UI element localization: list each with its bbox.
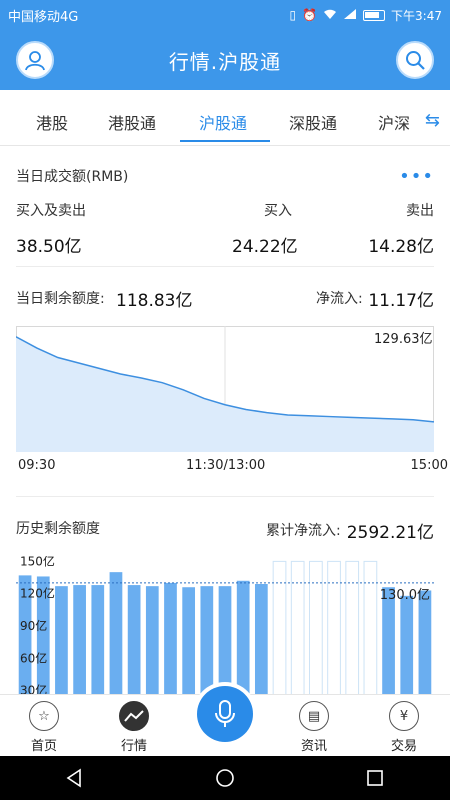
bar: [382, 587, 395, 694]
y-tick-label: 150亿: [20, 556, 55, 568]
signal-icon: [343, 8, 357, 23]
market-tabs: 港股 港股通 沪股通 深股通 沪深 ⇆: [0, 90, 450, 146]
buy-value: 24.22亿: [232, 237, 298, 257]
empty-bar: [327, 560, 341, 694]
back-icon[interactable]: [65, 768, 85, 788]
star-icon: ☆: [29, 701, 59, 731]
sell-value: 14.28亿: [368, 237, 434, 257]
y-tick-label: 60亿: [20, 650, 47, 665]
bar: [400, 595, 414, 694]
home-circle-icon[interactable]: [215, 768, 235, 788]
tab-hk-stocks[interactable]: 港股: [36, 110, 68, 134]
system-nav-bar: [0, 756, 450, 800]
divider: [16, 266, 434, 267]
y-tick-label: 30亿: [20, 683, 47, 694]
buy-label: 买入: [264, 203, 292, 219]
clock-label: 下午3:47: [391, 8, 442, 23]
remaining-quota-value: 118.83亿: [116, 291, 193, 311]
empty-bar: [290, 560, 305, 694]
bar: [164, 582, 177, 694]
x-label-close: 15:00: [410, 458, 448, 473]
profile-button[interactable]: [16, 41, 54, 79]
y-tick-label: 90亿: [20, 618, 47, 633]
more-options-icon[interactable]: •••: [399, 166, 434, 187]
news-icon: ▤: [299, 701, 329, 731]
bar: [73, 585, 86, 694]
y-tick-label: 120亿: [20, 586, 55, 601]
search-icon: [406, 51, 425, 70]
total-label: 买入及卖出: [16, 203, 86, 219]
nav-news[interactable]: ▤ 资讯: [284, 701, 344, 754]
turnover-title: 当日成交额(RMB): [16, 169, 129, 185]
cumulative-inflow-label: 累计净流入:: [266, 523, 341, 539]
chart-max-label: 129.63亿: [374, 332, 433, 347]
app-header: 行情.沪股通: [0, 30, 450, 90]
bar: [218, 586, 232, 694]
tab-shanghai-connect[interactable]: 沪股通: [199, 110, 247, 134]
nav-trade[interactable]: ¥ 交易: [374, 701, 434, 754]
microphone-icon: [215, 700, 235, 727]
tab-southbound[interactable]: 港股通: [108, 110, 156, 134]
tab-hushen[interactable]: 沪深: [378, 110, 410, 134]
nav-home[interactable]: ☆ 首页: [14, 701, 74, 754]
intraday-quota-chart: [16, 326, 434, 452]
status-bar: 中国移动4G ▯ ⏰ 下午3:47: [0, 0, 450, 30]
bar: [418, 590, 432, 694]
active-tab-indicator: [180, 140, 270, 142]
bar: [200, 586, 214, 694]
user-icon: [25, 51, 45, 71]
nav-market-label: 行情: [120, 739, 147, 754]
bar: [55, 586, 68, 694]
bar: [145, 586, 159, 694]
search-button[interactable]: [396, 41, 434, 79]
swap-icon[interactable]: ⇆: [425, 110, 440, 131]
net-inflow-label: 净流入:: [316, 291, 363, 307]
vibrate-icon: ▯: [289, 8, 297, 22]
empty-bar: [363, 560, 378, 694]
sell-label: 卖出: [406, 203, 434, 219]
bar: [182, 587, 196, 694]
remaining-quota-label: 当日剩余额度:: [16, 291, 105, 307]
total-value: 38.50亿: [16, 237, 82, 257]
page-title: 行情.沪股通: [168, 49, 282, 74]
carrier-label: 中国移动4G: [8, 9, 79, 25]
x-label-open: 09:30: [18, 458, 56, 473]
bar: [109, 572, 123, 694]
wifi-icon: [323, 8, 337, 23]
trend-icon: [119, 701, 149, 731]
alarm-icon: ⏰: [302, 8, 318, 22]
content-area: 当日成交额(RMB) ••• 买入及卖出 买入 卖出 38.50亿 24.22亿…: [0, 146, 450, 694]
tab-shenzhen-connect[interactable]: 深股通: [289, 110, 337, 134]
battery-icon: [363, 9, 386, 21]
nav-trade-label: 交易: [390, 739, 417, 754]
divider: [16, 496, 434, 497]
empty-bar: [272, 560, 287, 694]
bar: [254, 584, 268, 694]
nav-news-label: 资讯: [300, 739, 327, 754]
recents-icon[interactable]: [365, 768, 385, 788]
net-inflow-value: 11.17亿: [368, 291, 434, 311]
nav-market[interactable]: 行情: [104, 701, 164, 754]
nav-home-label: 首页: [30, 739, 57, 754]
yuan-icon: ¥: [389, 701, 419, 731]
bar: [236, 580, 250, 694]
x-label-midday: 11:30/13:00: [186, 458, 266, 473]
voice-button[interactable]: [197, 686, 253, 742]
cumulative-inflow-value: 2592.21亿: [346, 523, 434, 543]
empty-bar: [345, 560, 360, 694]
bar: [91, 585, 105, 694]
reference-label: 130.0亿: [380, 588, 430, 603]
bar: [127, 585, 141, 694]
history-title: 历史剩余额度: [16, 521, 100, 537]
history-quota-chart: 150亿 120亿 90亿 60亿 30亿 130.0亿: [16, 556, 434, 694]
empty-bar: [309, 560, 323, 694]
